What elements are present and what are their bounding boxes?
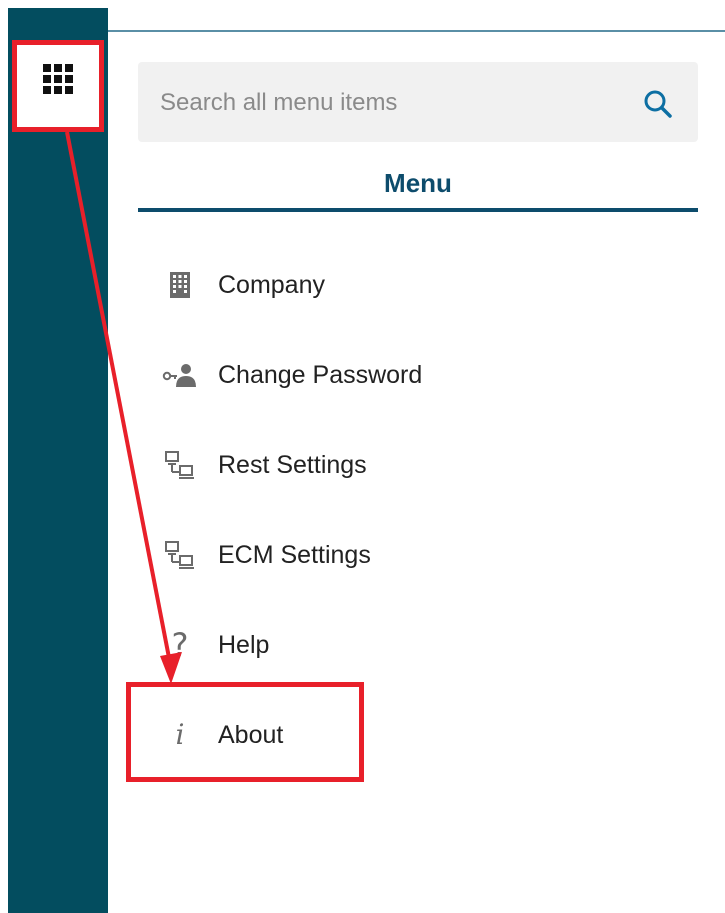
user-key-icon xyxy=(160,355,200,395)
info-icon: i xyxy=(175,718,185,751)
network-icon xyxy=(160,445,200,485)
menu-item-help[interactable]: ? Help xyxy=(138,600,698,690)
menu-item-about[interactable]: i About xyxy=(138,690,698,780)
menu-item-label: ECM Settings xyxy=(218,540,371,569)
menu-list: Company Change Password Rest Settings EC… xyxy=(138,240,698,780)
network-icon xyxy=(160,535,200,575)
menu-item-company[interactable]: Company xyxy=(138,240,698,330)
menu-item-ecm-settings[interactable]: ECM Settings xyxy=(138,510,698,600)
grid-icon xyxy=(43,64,73,94)
search-icon[interactable] xyxy=(642,88,674,120)
menu-title-underline xyxy=(138,208,698,212)
side-rail xyxy=(8,8,108,913)
menu-item-label: Help xyxy=(218,630,270,659)
menu-item-label: Rest Settings xyxy=(218,450,367,479)
header-divider xyxy=(108,30,725,32)
menu-item-label: About xyxy=(218,720,284,749)
menu-item-change-password[interactable]: Change Password xyxy=(138,330,698,420)
question-icon: ? xyxy=(171,626,189,664)
menu-title: Menu xyxy=(384,168,452,198)
building-icon xyxy=(160,265,200,305)
search-input[interactable] xyxy=(158,82,622,124)
search-box xyxy=(138,62,698,142)
app-launcher-button[interactable] xyxy=(17,45,99,127)
menu-item-rest-settings[interactable]: Rest Settings xyxy=(138,420,698,510)
menu-item-label: Change Password xyxy=(218,360,423,389)
menu-item-label: Company xyxy=(218,270,325,299)
